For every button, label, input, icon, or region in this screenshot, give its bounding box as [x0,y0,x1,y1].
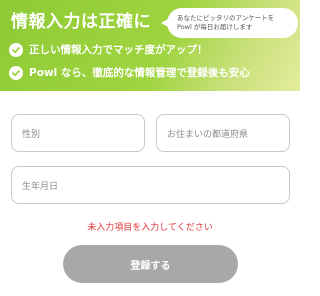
prefecture-placeholder: お住まいの都道府県 [167,129,249,140]
prefecture-select[interactable]: お住まいの都道府県 [156,114,290,152]
check-badge-icon [9,42,23,57]
gender-select[interactable]: 性別 [11,114,145,152]
check-badge-icon [9,65,23,80]
bubble-line-1: あなたにピッタリのアンケートを [177,14,275,22]
gender-placeholder: 性別 [22,129,41,140]
benefit-text: 正しい情報入力でマッチ度がアップ！ [29,44,208,56]
birthdate-field[interactable]: 生年月日 [11,166,290,204]
benefit-item: 正しい情報入力でマッチ度がアップ！ [9,42,208,57]
bubble-line-2: Powl が毎日お届けします [177,23,253,31]
birthdate-placeholder: 生年月日 [22,181,59,192]
benefit-item: Powl なら、徹底的な情報管理で登録後も安心 [9,65,250,80]
register-button[interactable]: 登録する [63,245,238,283]
error-message: 未入力項目を入力してください [87,223,213,233]
promo-banner: 情報入力は正確に あなたにピッタリのアンケートを Powl が毎日お届けします … [0,0,300,91]
speech-bubble: あなたにピッタリのアンケートを Powl が毎日お届けします [161,8,298,38]
benefit-text: Powl なら、徹底的な情報管理で登録後も安心 [29,67,250,79]
banner-title: 情報入力は正確に [11,12,151,32]
